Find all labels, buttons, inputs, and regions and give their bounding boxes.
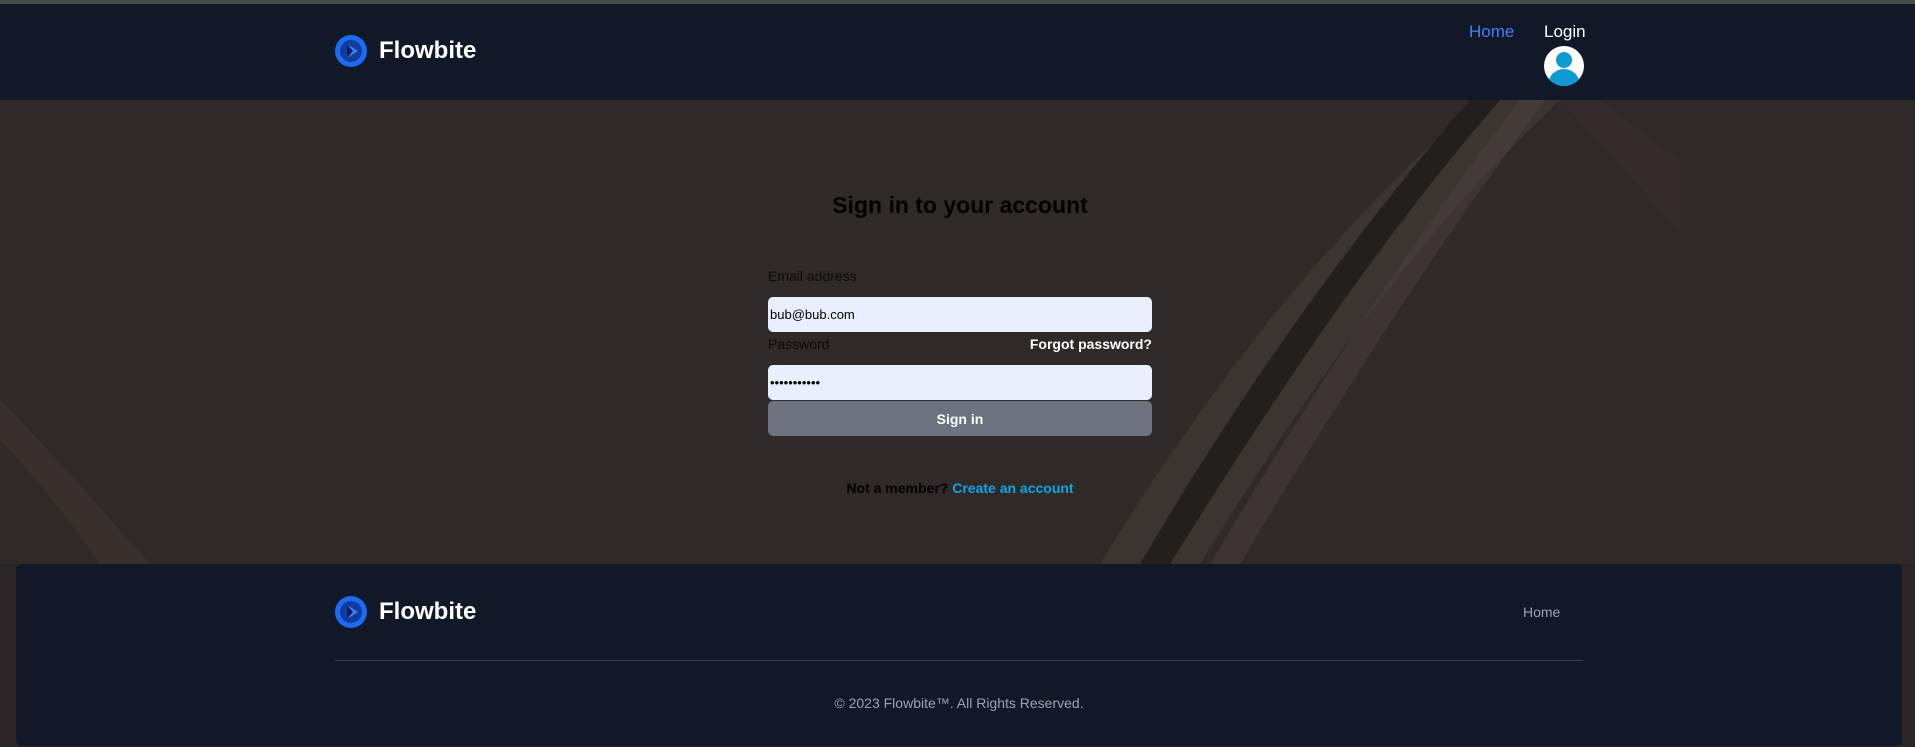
brand-name: Flowbite xyxy=(379,37,477,64)
avatar-head xyxy=(1556,52,1572,68)
password-label: Password xyxy=(768,336,830,352)
footer-link-home[interactable]: Home xyxy=(1523,604,1560,620)
user-avatar-icon[interactable] xyxy=(1544,46,1584,86)
forgot-password-link[interactable]: Forgot password? xyxy=(1020,336,1152,352)
nav-login-label[interactable]: Login xyxy=(1544,22,1586,42)
signin-title: Sign in to your account xyxy=(832,192,1088,218)
sign-in-button[interactable]: Sign in xyxy=(768,401,1152,436)
email-label: Email address xyxy=(768,268,857,284)
flowbite-logo-icon xyxy=(335,596,367,628)
footer-copyright: © 2023 Flowbite™. All Rights Reserved. xyxy=(834,695,1084,711)
password-field[interactable] xyxy=(768,365,1152,400)
footer-divider xyxy=(335,660,1583,661)
not-member-text: Not a member? xyxy=(846,480,949,496)
create-account-link[interactable]: Create an account xyxy=(952,480,1073,496)
brand-link[interactable]: Flowbite xyxy=(335,35,476,67)
footer-brand-link[interactable]: Flowbite xyxy=(335,596,476,628)
avatar-body xyxy=(1548,69,1580,86)
email-field[interactable] xyxy=(768,297,1152,332)
navbar: Flowbite Home Login xyxy=(0,4,1915,100)
flowbite-logo-icon xyxy=(335,35,367,67)
signup-prompt: Not a member? Create an account xyxy=(0,480,1915,496)
nav-link-home[interactable]: Home xyxy=(1469,22,1514,42)
footer: Flowbite Home © 2023 Flowbite™. All Righ… xyxy=(16,564,1902,746)
footer-brand-name: Flowbite xyxy=(379,598,477,625)
nav-login[interactable]: Login xyxy=(1544,22,1586,86)
